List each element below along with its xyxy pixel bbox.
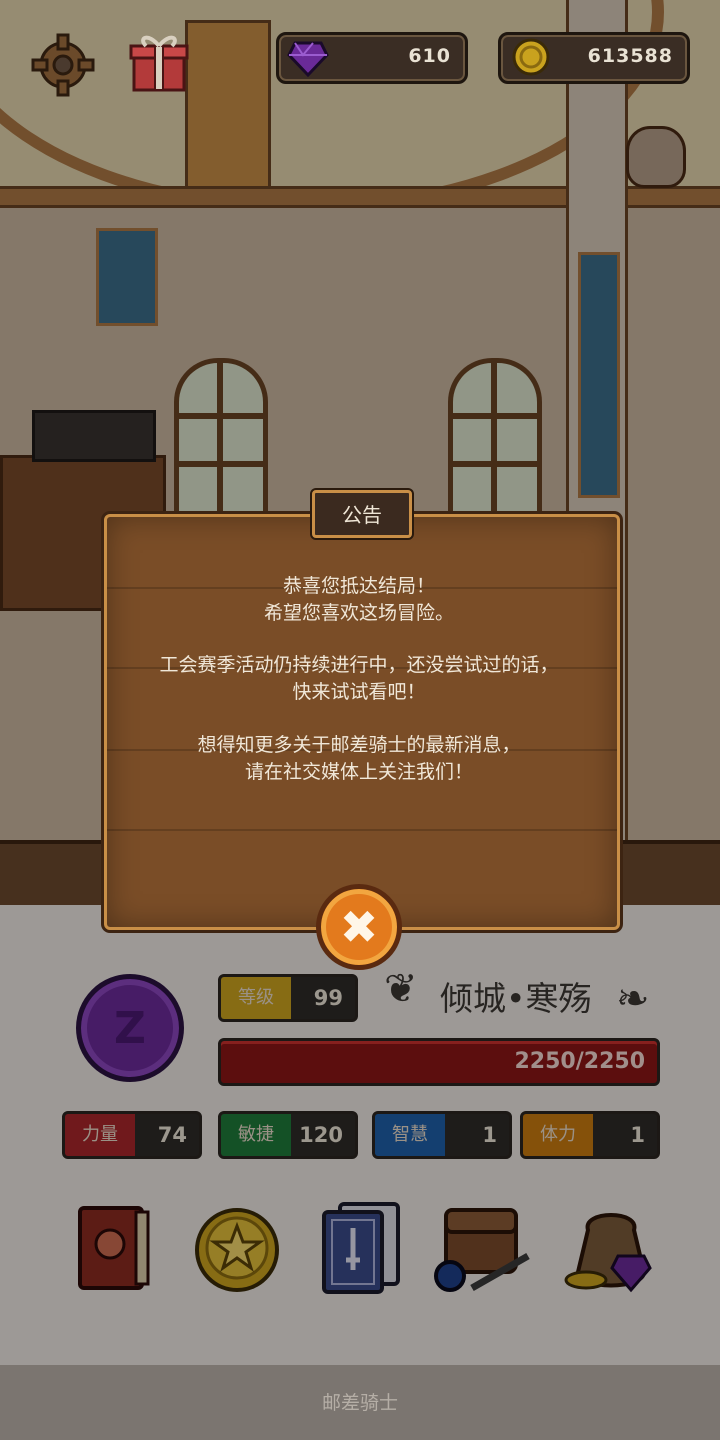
dialog-line: 工会赛季活动仍持续进行中，还没尝试过的话，	[159, 654, 559, 676]
dialog-line: 想得知更多关于邮差骑士的最新消息，	[197, 734, 521, 756]
close-button[interactable]: ✖	[316, 884, 402, 970]
gold-count: 613588	[587, 45, 673, 67]
dialog-line: 恭喜您抵达结局！	[282, 575, 435, 597]
gold-coin-icon	[512, 38, 550, 76]
gem-count: 610	[408, 45, 451, 67]
gift-icon[interactable]	[128, 30, 190, 94]
dialog-title-plate: 公告	[312, 490, 412, 538]
dialog-line: 快来试试看吧！	[292, 681, 426, 703]
dialog-line: 希望您喜欢这场冒险。	[263, 602, 454, 624]
panel-dim-overlay	[0, 905, 720, 1365]
dialog-title: 公告	[342, 503, 382, 527]
close-icon: ✖	[339, 900, 379, 954]
gem-counter: 610	[276, 32, 468, 84]
dialog-line: 请在社交媒体上关注我们！	[244, 761, 473, 783]
purple-gem-icon	[287, 41, 329, 77]
footer-title: 邮差骑士	[321, 1392, 398, 1414]
settings-gear-icon[interactable]	[30, 32, 96, 98]
gold-counter: 613588	[498, 32, 690, 84]
